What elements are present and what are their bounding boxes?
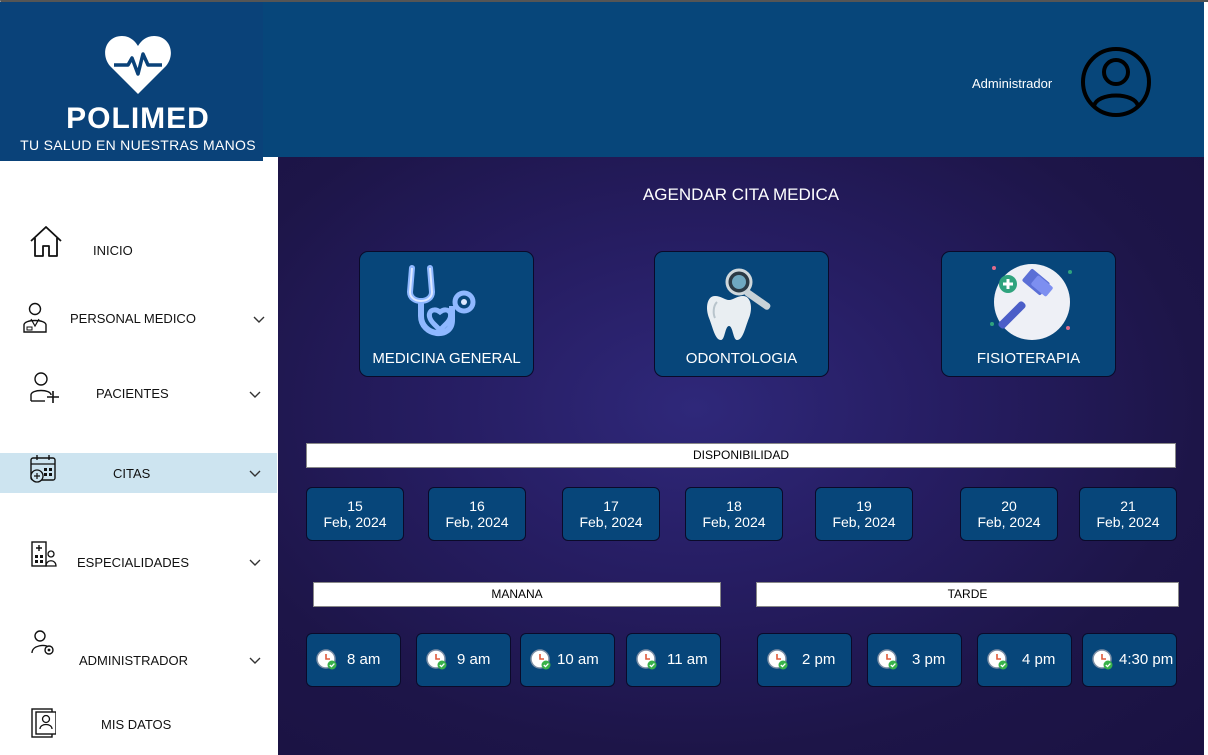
clock-check-icon <box>987 649 1008 670</box>
doctor-icon <box>23 302 47 333</box>
specialty-card-fisioterapia[interactable]: FISIOTERAPIA <box>941 251 1116 377</box>
sidebar-item-administrador[interactable]: ADMINISTRADOR <box>0 629 277 669</box>
sidebar-item-citas[interactable]: CITAS <box>0 453 277 493</box>
date-month: Feb, 2024 <box>1096 514 1160 530</box>
time-slot-button[interactable]: 11 am <box>626 633 721 687</box>
availability-header: DISPONIBILIDAD <box>306 443 1176 468</box>
top-header: POLIMED TU SALUD EN NUESTRAS MANOS Admin… <box>0 2 1204 162</box>
chevron-down-icon[interactable] <box>249 657 261 665</box>
calendar-icon <box>30 455 56 483</box>
date-button[interactable]: 18 Feb, 2024 <box>685 487 783 541</box>
specialty-card-odontologia[interactable]: ODONTOLOGIA <box>654 251 829 377</box>
reflex-hammer-icon <box>990 264 1072 340</box>
date-button[interactable]: 19 Feb, 2024 <box>815 487 913 541</box>
time-slot-button[interactable]: 4 pm <box>977 633 1072 687</box>
date-month: Feb, 2024 <box>323 514 387 530</box>
time-slot-button[interactable]: 3 pm <box>867 633 962 687</box>
sidebar-item-label: MIS DATOS <box>101 717 172 732</box>
date-button[interactable]: 15 Feb, 2024 <box>306 487 404 541</box>
sidebar-item-especialidades[interactable]: ESPECIALIDADES <box>0 541 277 582</box>
clock-check-icon <box>1092 649 1113 670</box>
clock-check-icon <box>530 649 551 670</box>
sidebar-item-label: ESPECIALIDADES <box>77 555 189 570</box>
time-slot-button[interactable]: 10 am <box>520 633 615 687</box>
time-slot-button[interactable]: 9 am <box>416 633 511 687</box>
clock-check-icon <box>636 649 657 670</box>
heart-pulse-icon <box>105 36 171 94</box>
date-day: 18 <box>726 498 742 514</box>
time-label: 2 pm <box>802 651 836 668</box>
specialty-label: FISIOTERAPIA <box>976 350 1081 367</box>
add-user-icon <box>30 372 59 403</box>
date-day: 17 <box>603 498 619 514</box>
brand-logo: POLIMED TU SALUD EN NUESTRAS MANOS <box>0 2 263 162</box>
time-slot-button[interactable]: 4:30 pm <box>1082 633 1177 687</box>
sidebar: INICIO PERSONAL MEDICO PACIENTES CITAS E… <box>0 161 277 755</box>
specialty-label: ODONTOLOGIA <box>685 350 798 367</box>
time-label: 4:30 pm <box>1119 651 1174 668</box>
tooth-icon <box>707 268 771 340</box>
id-card-icon <box>31 708 56 738</box>
date-month: Feb, 2024 <box>977 514 1041 530</box>
clock-check-icon <box>767 649 788 670</box>
morning-header: MANANA <box>313 582 721 607</box>
afternoon-header: TARDE <box>756 582 1179 607</box>
user-circle-icon[interactable] <box>1079 44 1153 120</box>
date-button[interactable]: 20 Feb, 2024 <box>960 487 1058 541</box>
sidebar-item-label: ADMINISTRADOR <box>79 653 189 668</box>
date-month: Feb, 2024 <box>579 514 643 530</box>
time-slot-button[interactable]: 2 pm <box>757 633 852 687</box>
user-label: Administrador <box>972 76 1053 91</box>
time-label: 4 pm <box>1022 651 1056 668</box>
clock-check-icon <box>316 649 337 670</box>
sidebar-item-mis-datos[interactable]: MIS DATOS <box>0 705 277 745</box>
sidebar-item-label: CITAS <box>113 466 151 481</box>
date-button[interactable]: 17 Feb, 2024 <box>562 487 660 541</box>
user-gear-icon <box>31 630 54 655</box>
chevron-down-icon[interactable] <box>249 391 261 399</box>
chevron-down-icon[interactable] <box>249 470 261 478</box>
sidebar-item-label: INICIO <box>93 243 133 258</box>
date-month: Feb, 2024 <box>702 514 766 530</box>
specialty-label: MEDICINA GENERAL <box>372 350 521 367</box>
time-label: 8 am <box>347 651 381 668</box>
date-day: 21 <box>1120 498 1136 514</box>
date-day: 20 <box>1001 498 1017 514</box>
clock-check-icon <box>877 649 898 670</box>
specialty-card-medicina-general[interactable]: MEDICINA GENERAL <box>359 251 534 377</box>
time-slot-button[interactable]: 8 am <box>306 633 401 687</box>
sidebar-item-label: PERSONAL MEDICO <box>70 311 196 326</box>
time-label: 9 am <box>457 651 491 668</box>
chevron-down-icon[interactable] <box>249 559 261 567</box>
sidebar-item-label: PACIENTES <box>96 386 169 401</box>
window-edge <box>1204 157 1208 755</box>
date-day: 16 <box>469 498 485 514</box>
sidebar-item-personal-medico[interactable]: PERSONAL MEDICO <box>0 299 277 339</box>
brand-tagline: TU SALUD EN NUESTRAS MANOS <box>20 137 256 153</box>
date-day: 15 <box>347 498 363 514</box>
sidebar-item-inicio[interactable]: INICIO <box>0 226 277 271</box>
time-label: 3 pm <box>912 651 946 668</box>
date-month: Feb, 2024 <box>832 514 896 530</box>
date-day: 19 <box>856 498 872 514</box>
home-icon <box>30 226 62 257</box>
brand-name: POLIMED <box>66 102 210 135</box>
date-month: Feb, 2024 <box>445 514 509 530</box>
page-title: AGENDAR CITA MEDICA <box>642 185 840 204</box>
stethoscope-icon <box>406 265 476 337</box>
chevron-down-icon[interactable] <box>253 316 265 324</box>
date-button[interactable]: 16 Feb, 2024 <box>428 487 526 541</box>
time-label: 10 am <box>557 651 599 668</box>
time-label: 11 am <box>667 651 708 668</box>
date-button[interactable]: 21 Feb, 2024 <box>1079 487 1177 541</box>
hospital-icon <box>31 541 57 567</box>
clock-check-icon <box>426 649 447 670</box>
sidebar-item-pacientes[interactable]: PACIENTES <box>0 372 277 413</box>
